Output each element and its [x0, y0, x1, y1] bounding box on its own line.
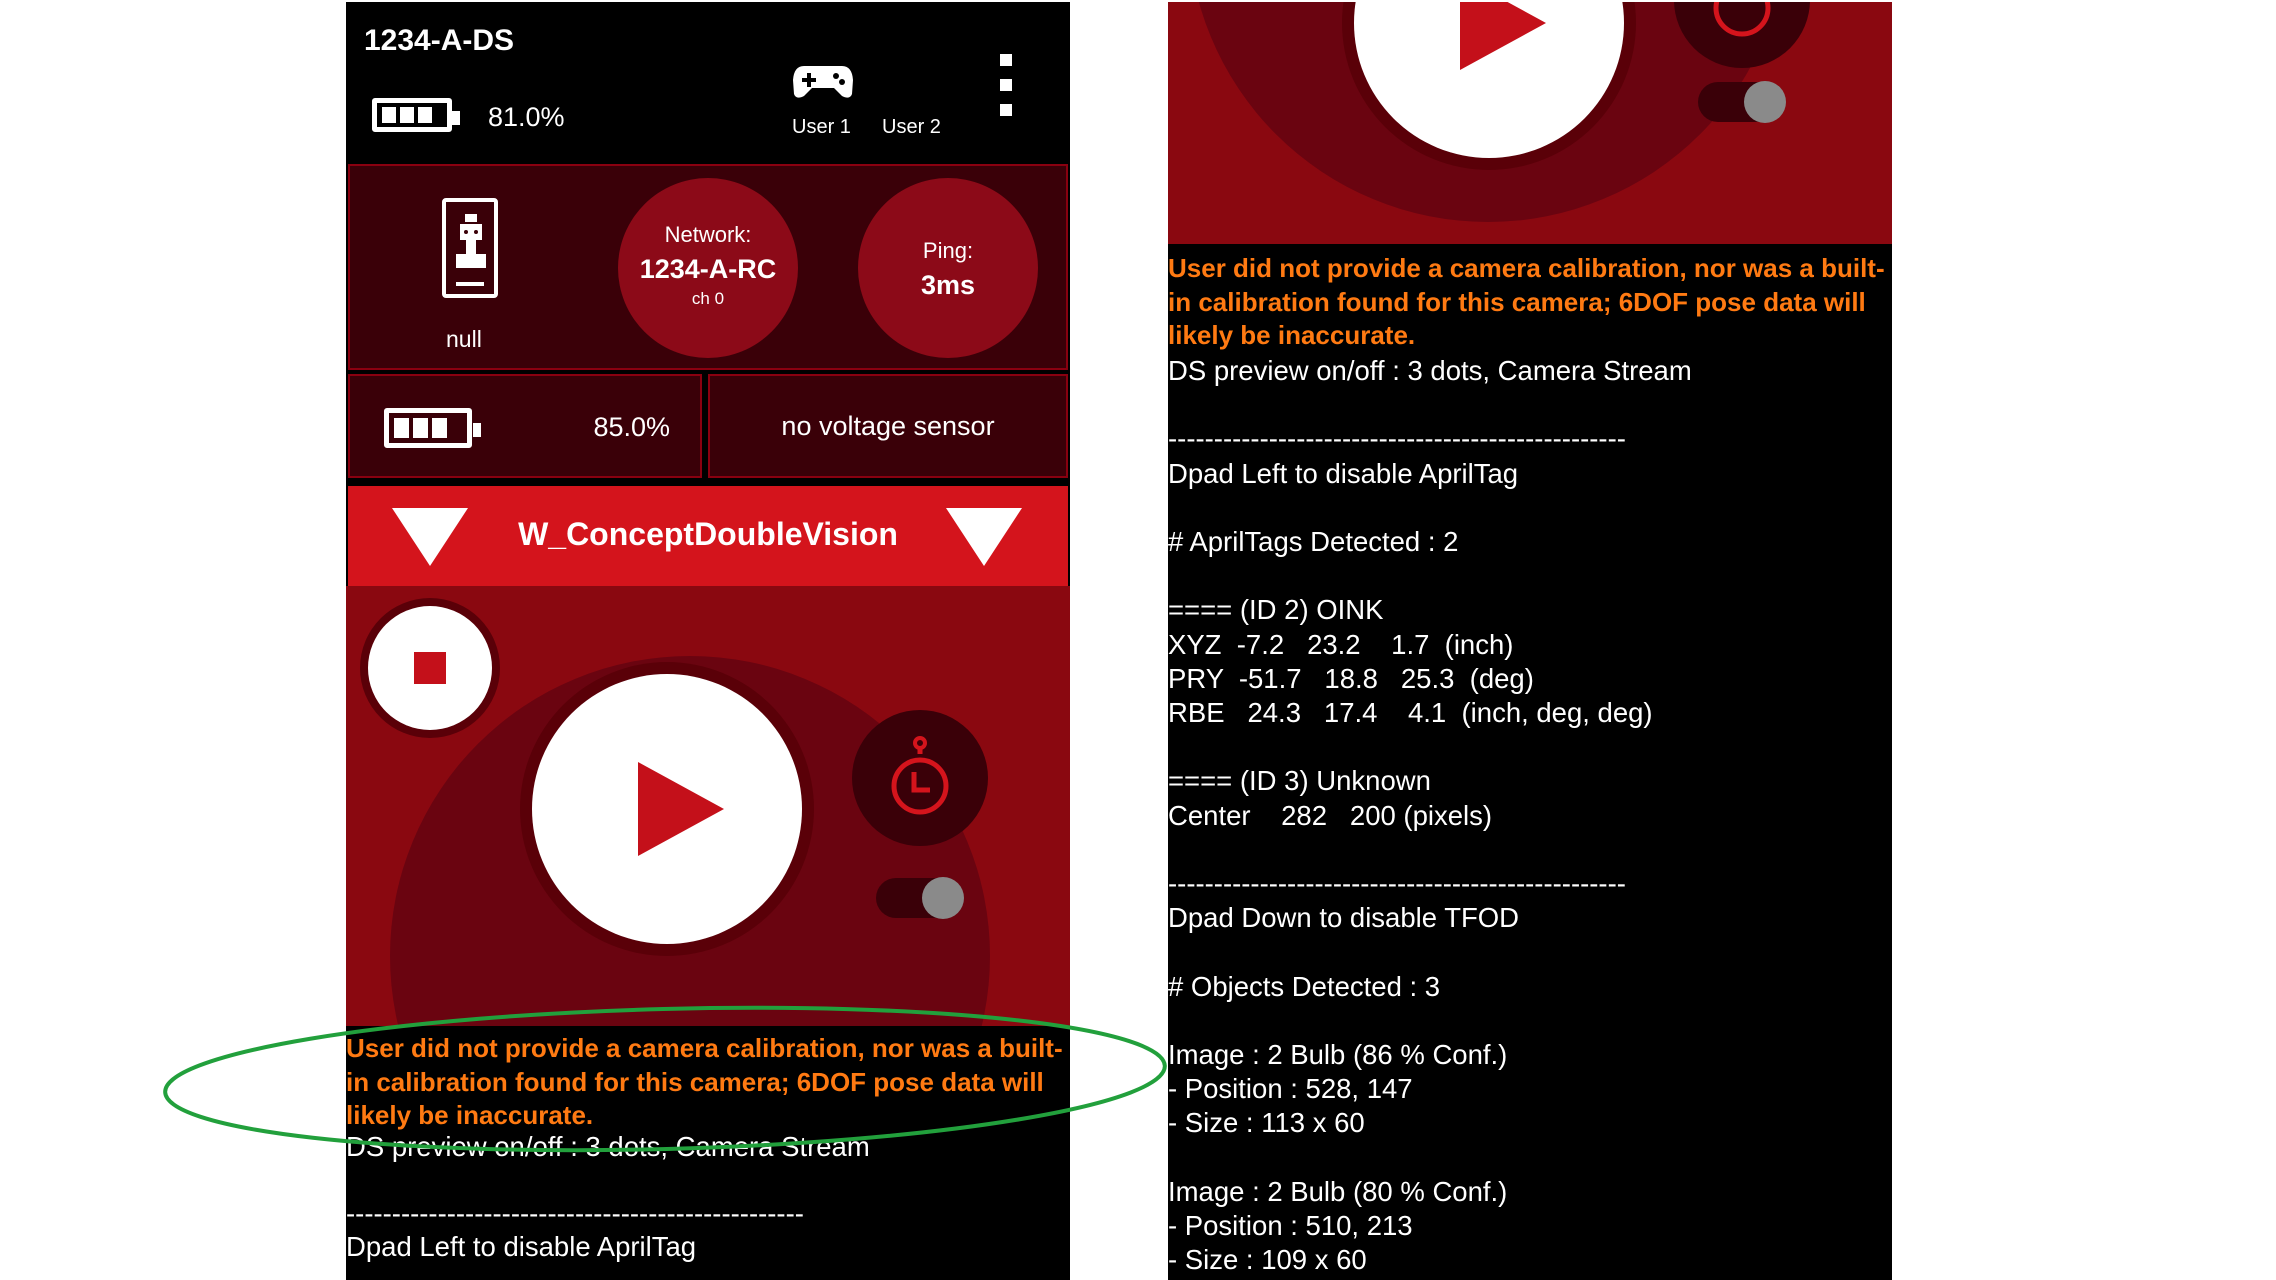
stop-icon: [414, 652, 446, 684]
start-button[interactable]: [532, 674, 802, 944]
ds-battery-icon: [372, 98, 460, 132]
telemetry-line: PRY -51.7 18.8 25.3 (deg): [1168, 662, 1534, 694]
telemetry-line: ----------------------------------------…: [346, 1198, 804, 1229]
status-bar: 1234-A-DS 81.0% User 1 User 2: [346, 2, 1070, 164]
robot-battery-percent: 85.0%: [593, 412, 670, 442]
opmode-control-area: [346, 586, 1070, 1026]
ping-indicator: Ping: 3ms: [858, 178, 1038, 358]
robot-phone-icon: [442, 198, 498, 298]
voltage-sensor-status: no voltage sensor: [708, 374, 1068, 478]
play-icon: [1460, 2, 1546, 70]
teleop-dropdown-icon[interactable]: [946, 508, 1022, 566]
telemetry-line: XYZ -7.2 23.2 1.7 (inch): [1168, 628, 1514, 660]
telemetry-line: - Position : 528, 147: [1168, 1073, 1413, 1105]
driver-station-screen-right: User did not provide a camera calibratio…: [1168, 2, 1892, 1280]
telemetry-line: Dpad Left to disable AprilTag: [346, 1231, 697, 1262]
calibration-warning: User did not provide a camera calibratio…: [1168, 253, 1885, 350]
robot-battery-icon: [384, 408, 481, 448]
gamepad-icon: [793, 66, 853, 98]
telemetry-line: - Size : 109 x 60: [1168, 1244, 1367, 1276]
highlight-ellipse: [163, 1005, 1167, 1153]
robot-battery-cell: 85.0%: [348, 374, 702, 478]
network-name: 1234-A-RC: [639, 254, 777, 284]
telemetry-line: ==== (ID 2) OINK: [1168, 594, 1384, 626]
connection-info-panel: null Network: 1234-A-RC ch 0 Ping: 3ms: [348, 164, 1068, 370]
telemetry-line: # AprilTags Detected : 2: [1168, 526, 1459, 557]
robot-status-label: null: [446, 326, 482, 352]
timer-toggle[interactable]: [876, 877, 964, 919]
robot-name: 1234-A-DS: [364, 24, 515, 57]
telemetry-line: ----------------------------------------…: [1168, 423, 1626, 455]
telemetry-line: # Objects Detected : 3: [1168, 970, 1441, 1002]
network-title: Network:: [664, 222, 752, 247]
stopwatch-icon: [891, 736, 949, 815]
overflow-menu-icon[interactable]: [1000, 54, 1014, 116]
timer-button[interactable]: [852, 710, 988, 846]
play-icon: [638, 762, 724, 856]
telemetry-line: Image : 2 Bulb (86 % Conf.): [1168, 1039, 1508, 1070]
opmode-control-area-scrolled: [1168, 2, 1892, 244]
opmode-selector[interactable]: W_ConceptDoubleVision: [348, 486, 1068, 586]
user1-label[interactable]: User 1: [792, 116, 851, 139]
telemetry-line: - Size : 113 x 60: [1168, 1107, 1365, 1139]
timer-button[interactable]: [1674, 2, 1810, 68]
stopwatch-icon: [1713, 2, 1771, 37]
telemetry-line: - Position : 510, 213: [1168, 1210, 1413, 1241]
timer-toggle[interactable]: [1698, 81, 1786, 123]
telemetry-line: Dpad Down to disable TFOD: [1168, 902, 1520, 934]
telemetry-line: Dpad Left to disable AprilTag: [1168, 457, 1519, 489]
telemetry-line: ----------------------------------------…: [1168, 868, 1626, 899]
ping-title: Ping:: [922, 238, 974, 263]
network-indicator: Network: 1234-A-RC ch 0: [618, 178, 798, 358]
telemetry-line: RBE 24.3 17.4 4.1 (inch, deg, deg): [1168, 697, 1653, 728]
network-channel: ch 0: [691, 289, 725, 308]
user2-label[interactable]: User 2: [882, 116, 941, 139]
ds-battery-percent: 81.0%: [488, 102, 565, 132]
telemetry-line: ==== (ID 3) Unknown: [1168, 765, 1431, 797]
stop-button[interactable]: [368, 606, 492, 730]
telemetry-line: DS preview on/off : 3 dots, Camera Strea…: [1168, 355, 1692, 386]
robot-battery-row: 85.0% no voltage sensor: [348, 374, 1068, 480]
telemetry-line: Image : 2 Bulb (80 % Conf.): [1168, 1175, 1508, 1207]
telemetry-line: Center 282 200 (pixels): [1168, 799, 1493, 831]
ping-value: 3ms: [920, 270, 976, 300]
